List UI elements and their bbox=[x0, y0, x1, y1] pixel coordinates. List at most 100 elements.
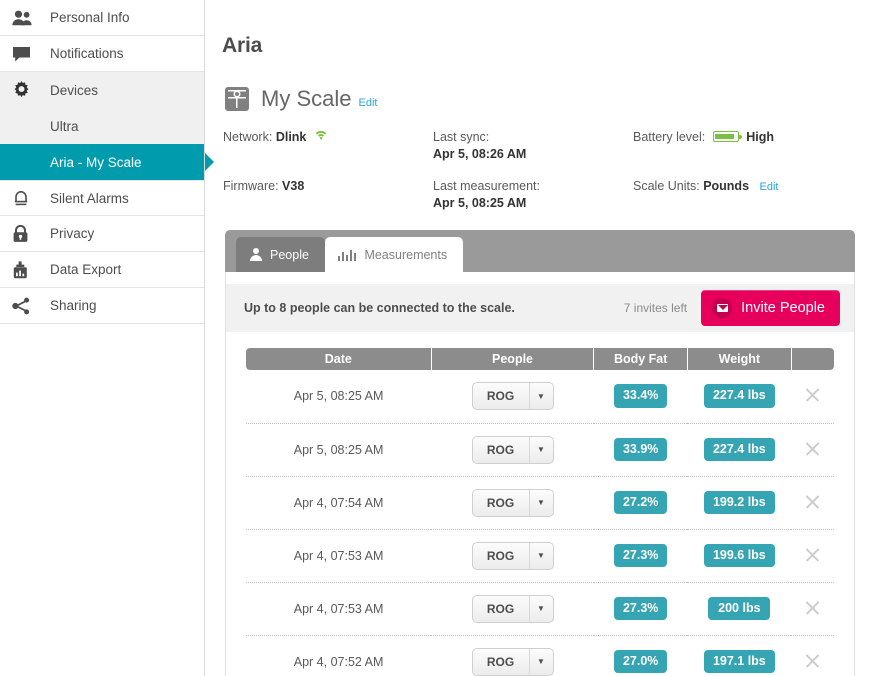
sidebar-item-sharing[interactable]: Sharing bbox=[0, 288, 204, 324]
invites-left-count: 7 invites left bbox=[623, 301, 688, 315]
firmware-value: V38 bbox=[282, 179, 305, 193]
network-value: Dlink bbox=[275, 130, 307, 144]
cell-body-fat: 27.2% bbox=[593, 476, 688, 530]
weight-badge: 227.4 lbs bbox=[703, 437, 775, 462]
person-select[interactable]: ROG ▼ bbox=[471, 647, 554, 676]
weight-badge: 199.2 lbs bbox=[703, 490, 775, 515]
column-header-people[interactable]: People bbox=[431, 348, 595, 370]
panel-body: Up to 8 people can be connected to the s… bbox=[225, 272, 855, 676]
sidebar-subitem-label: Aria - My Scale bbox=[50, 154, 142, 170]
measurements-table: Date People Body Fat Weight Apr 5, 08:25… bbox=[246, 348, 834, 676]
person-select[interactable]: ROG ▼ bbox=[471, 594, 554, 623]
export-icon bbox=[12, 260, 42, 279]
firmware-info: Firmware: V38 bbox=[223, 179, 433, 210]
weight-badge: 200 lbs bbox=[708, 596, 771, 621]
tab-label: Measurements bbox=[364, 247, 448, 262]
tab-measurements[interactable]: Measurements bbox=[324, 237, 464, 272]
table-body: Apr 5, 08:25 AM ROG ▼ 33.4% 227.4 lbs Apr 5, … bbox=[246, 370, 834, 676]
cell-people: ROG ▼ bbox=[431, 370, 594, 424]
sidebar-subitem-aria-my-scale[interactable]: Aria - My Scale bbox=[0, 144, 204, 180]
network-info: Network: Dlink bbox=[223, 130, 433, 161]
table-row: Apr 4, 07:53 AM ROG ▼ 27.3% 200 lbs bbox=[246, 582, 834, 636]
close-icon[interactable] bbox=[804, 440, 821, 457]
column-header-weight[interactable]: Weight bbox=[687, 348, 792, 370]
cell-date: Apr 4, 07:53 AM bbox=[246, 582, 432, 636]
body-fat-badge: 33.4% bbox=[613, 384, 668, 409]
scale-icon bbox=[225, 87, 249, 111]
invite-bar: Up to 8 people can be connected to the s… bbox=[226, 284, 854, 332]
close-icon[interactable] bbox=[804, 386, 821, 403]
close-icon[interactable] bbox=[804, 546, 821, 563]
sidebar: Personal Info Notifications Devices Ultr… bbox=[0, 0, 205, 676]
sidebar-item-personal-info[interactable]: Personal Info bbox=[0, 0, 204, 36]
table-header-row: Date People Body Fat Weight bbox=[246, 348, 834, 370]
cell-people: ROG ▼ bbox=[431, 423, 594, 477]
sidebar-item-data-export[interactable]: Data Export bbox=[0, 252, 204, 288]
sidebar-item-privacy[interactable]: Privacy bbox=[0, 216, 204, 252]
column-header-date[interactable]: Date bbox=[246, 348, 432, 370]
person-select-value: ROG bbox=[486, 389, 515, 404]
body-fat-badge: 27.3% bbox=[613, 543, 668, 568]
cell-date: Apr 5, 08:25 AM bbox=[246, 370, 432, 424]
person-select[interactable]: ROG ▼ bbox=[471, 435, 554, 464]
close-icon[interactable] bbox=[804, 652, 821, 669]
cell-body-fat: 27.0% bbox=[593, 635, 688, 676]
sidebar-item-label: Devices bbox=[50, 82, 99, 98]
chevron-down-icon: ▼ bbox=[528, 542, 553, 569]
body-fat-badge: 27.2% bbox=[613, 490, 668, 515]
sidebar-item-silent-alarms[interactable]: Silent Alarms bbox=[0, 180, 204, 216]
last-sync-value: Apr 5, 08:26 AM bbox=[433, 147, 527, 161]
share-icon bbox=[12, 297, 42, 315]
battery-icon bbox=[712, 131, 742, 142]
close-icon[interactable] bbox=[804, 599, 821, 616]
last-sync-info: Last sync: Apr 5, 08:26 AM bbox=[433, 130, 633, 161]
bell-icon bbox=[12, 189, 42, 207]
tab-people[interactable]: People bbox=[236, 237, 325, 272]
lock-icon bbox=[12, 224, 42, 243]
scale-header: My Scale Edit bbox=[225, 86, 895, 112]
person-select[interactable]: ROG ▼ bbox=[471, 541, 554, 570]
person-select[interactable]: ROG ▼ bbox=[471, 488, 554, 517]
cell-weight: 227.4 lbs bbox=[687, 370, 792, 424]
sidebar-subitem-wrap-ultra: Ultra bbox=[0, 108, 204, 144]
person-select-value: ROG bbox=[486, 601, 515, 616]
sidebar-item-notifications[interactable]: Notifications bbox=[0, 36, 204, 72]
close-icon[interactable] bbox=[804, 493, 821, 510]
sidebar-subitem-ultra[interactable]: Ultra bbox=[0, 108, 204, 144]
scale-units-edit-link[interactable]: Edit bbox=[760, 181, 779, 193]
chevron-down-icon: ▼ bbox=[528, 595, 553, 622]
cell-weight: 199.6 lbs bbox=[687, 529, 792, 583]
table-row: Apr 5, 08:25 AM ROG ▼ 33.9% 227.4 lbs bbox=[246, 423, 834, 477]
sidebar-item-label: Notifications bbox=[50, 46, 124, 61]
cell-delete bbox=[791, 423, 834, 477]
sidebar-item-devices[interactable]: Devices bbox=[0, 72, 204, 108]
column-header-actions bbox=[791, 348, 834, 370]
firmware-label: Firmware: bbox=[223, 179, 279, 193]
aria-settings-page: Personal Info Notifications Devices Ultr… bbox=[0, 0, 895, 676]
last-measurement-value: Apr 5, 08:25 AM bbox=[433, 196, 527, 210]
person-select-value: ROG bbox=[486, 495, 515, 510]
chevron-down-icon: ▼ bbox=[528, 383, 553, 410]
battery-info: Battery level: High bbox=[633, 130, 895, 161]
chevron-down-icon: ▼ bbox=[528, 648, 553, 675]
sidebar-subitem-wrap-aria: Aria - My Scale bbox=[0, 144, 204, 180]
scale-name-edit-link[interactable]: Edit bbox=[358, 97, 377, 109]
body-fat-badge: 27.3% bbox=[613, 596, 668, 621]
scale-name: My Scale bbox=[261, 86, 352, 111]
sidebar-subitem-label: Ultra bbox=[50, 118, 79, 134]
column-header-body-fat[interactable]: Body Fat bbox=[593, 348, 688, 370]
envelope-icon bbox=[712, 298, 733, 318]
cell-date: Apr 5, 08:25 AM bbox=[246, 423, 432, 477]
cell-delete bbox=[791, 582, 834, 636]
chevron-down-icon: ▼ bbox=[528, 489, 553, 516]
people-icon bbox=[12, 10, 42, 26]
measurements-table-wrap: Date People Body Fat Weight Apr 5, 08:25… bbox=[226, 332, 854, 676]
gear-icon bbox=[12, 80, 42, 100]
cell-date: Apr 4, 07:53 AM bbox=[246, 529, 432, 583]
person-select-value: ROG bbox=[486, 548, 515, 563]
scale-panel: People Measurements Up to 8 people can b… bbox=[225, 230, 855, 676]
invite-people-button[interactable]: Invite People bbox=[701, 290, 840, 326]
person-select[interactable]: ROG ▼ bbox=[471, 382, 554, 411]
last-sync-label: Last sync: bbox=[433, 130, 490, 144]
network-label: Network: bbox=[223, 130, 273, 144]
